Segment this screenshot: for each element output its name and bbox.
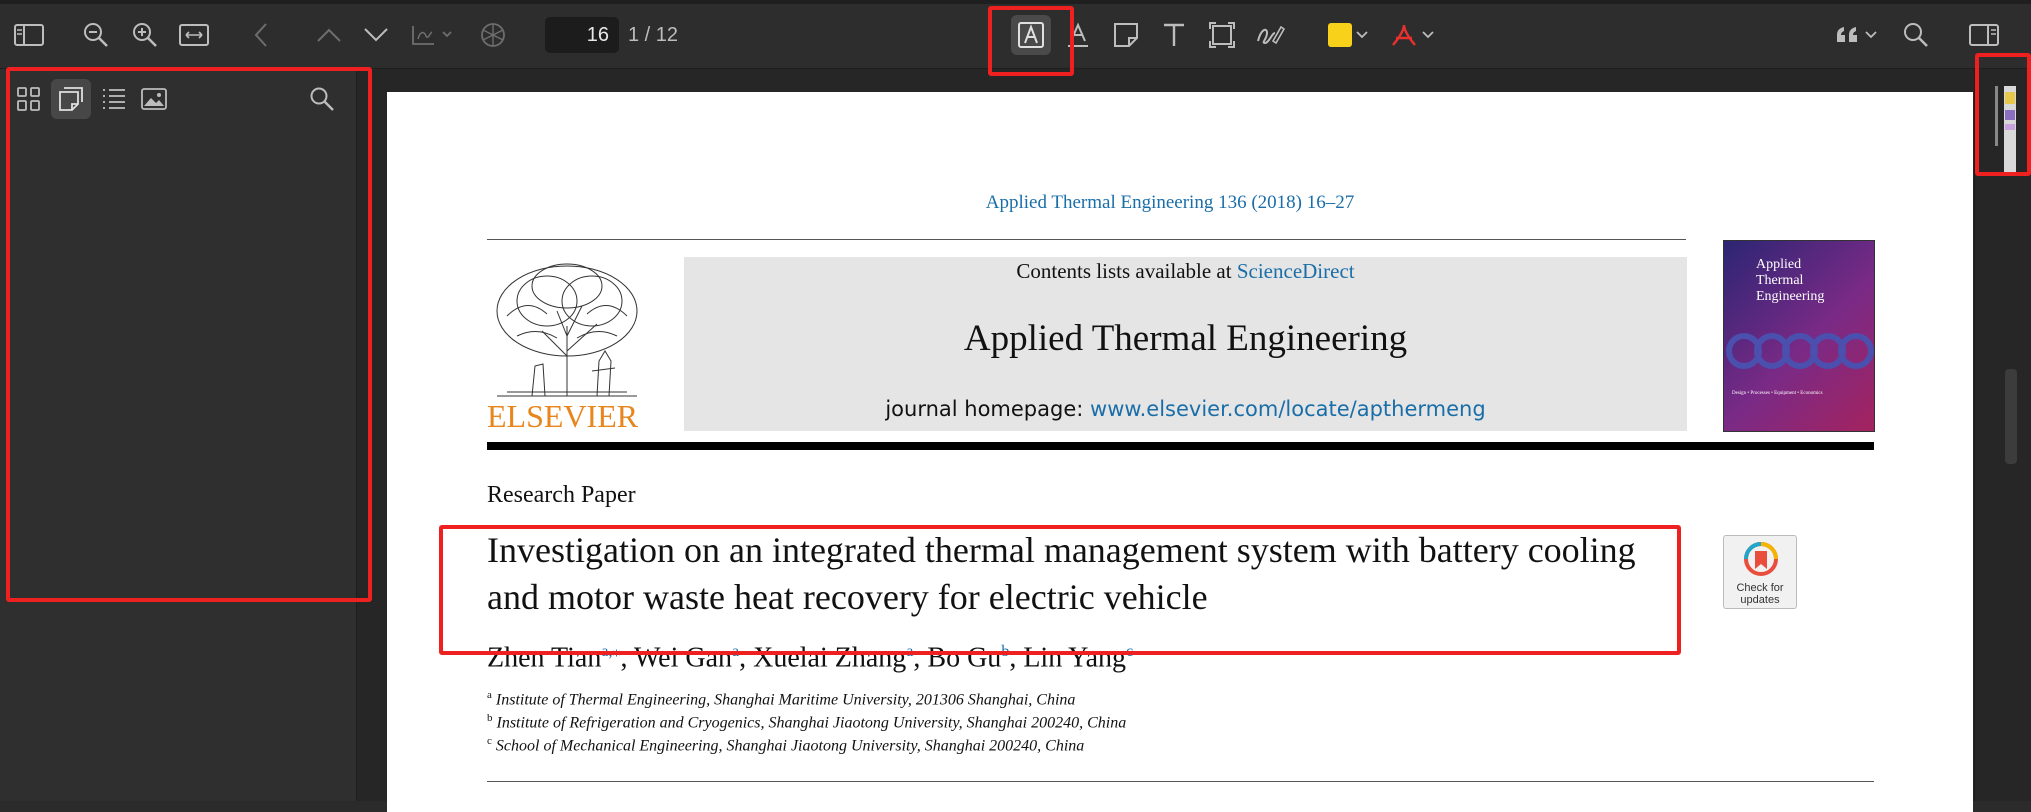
journal-cover-image: Applied Thermal Engineering Design • Pro… — [1723, 240, 1875, 432]
affiliation-line: c School of Mechanical Engineering, Shan… — [487, 735, 1084, 755]
cover-title-line: Engineering — [1756, 289, 1825, 304]
note-icon[interactable] — [1108, 17, 1144, 53]
highlight-color-swatch — [1328, 23, 1352, 47]
chevron-down-icon — [1422, 31, 1434, 39]
affiliation-mark: c — [487, 735, 492, 747]
cover-footer: Design • Processes • Equipment • Economi… — [1732, 391, 1823, 396]
right-rail — [1974, 69, 2031, 801]
pdf-page[interactable]: Applied Thermal Engineering 136 (2018) 1… — [387, 92, 1973, 812]
affiliation-line: b Institute of Refrigeration and Cryogen… — [487, 712, 1126, 732]
previous-page-icon[interactable] — [311, 17, 347, 53]
search-icon[interactable] — [1898, 17, 1934, 53]
divider — [487, 781, 1874, 782]
affiliation-text: School of Mechanical Engineering, Shangh… — [495, 737, 1085, 755]
chevron-down-icon — [1356, 31, 1368, 39]
acrobat-icon — [1392, 24, 1416, 46]
check-for-updates-badge[interactable]: Check for updates — [1723, 535, 1797, 609]
text-icon[interactable] — [1156, 17, 1192, 53]
affiliation-mark: a — [487, 689, 492, 701]
annotation-highlight-box — [439, 525, 1681, 655]
affiliation-text: Institute of Thermal Engineering, Shangh… — [495, 691, 1076, 709]
zoom-out-icon[interactable] — [78, 17, 114, 53]
acrobat-menu[interactable] — [1386, 17, 1438, 53]
inspector-panel-icon[interactable] — [1966, 17, 2002, 53]
journal-masthead: Contents lists available at ScienceDirec… — [684, 257, 1687, 431]
cover-chain-graphic — [1726, 333, 1874, 369]
cover-title-line: Applied — [1756, 257, 1802, 272]
fit-width-icon[interactable] — [176, 17, 212, 53]
journal-homepage-link[interactable]: www.elsevier.com/locate/apthermeng — [1090, 397, 1486, 421]
zoom-in-icon[interactable] — [127, 17, 163, 53]
divider — [487, 239, 1686, 240]
document-viewer[interactable]: Applied Thermal Engineering 136 (2018) 1… — [357, 69, 1974, 812]
cover-title-line: Thermal — [1756, 273, 1804, 288]
homepage-prefix: journal homepage: — [885, 397, 1091, 421]
back-icon[interactable] — [243, 17, 279, 53]
homepage-line: journal homepage: www.elsevier.com/locat… — [684, 397, 1687, 421]
signature-icon[interactable] — [1252, 17, 1288, 53]
annotation-highlight-box — [988, 6, 1074, 76]
affiliation-line: a Institute of Thermal Engineering, Shan… — [487, 689, 1075, 709]
thick-divider — [487, 442, 1874, 450]
annotation-highlight-box — [6, 67, 372, 602]
check-updates-icon — [1744, 542, 1778, 576]
contents-prefix: Contents lists available at — [1016, 259, 1237, 283]
vertical-scrollbar[interactable] — [2005, 369, 2017, 464]
article-type-label[interactable]: Research Paper — [487, 482, 636, 509]
affiliation-mark: b — [487, 712, 493, 724]
highlight-color-picker[interactable] — [1322, 17, 1374, 53]
contents-line: Contents lists available at ScienceDirec… — [684, 257, 1687, 285]
next-page-icon[interactable] — [358, 17, 394, 53]
journal-title: Applied Thermal Engineering — [963, 318, 1408, 359]
elsevier-wordmark: ELSEVIER — [487, 398, 639, 434]
sciencedirect-link[interactable]: ScienceDirect — [1237, 259, 1355, 283]
openai-icon[interactable] — [475, 17, 511, 53]
annotation-highlight-box — [1975, 53, 2031, 176]
pdf-tools-icon[interactable] — [406, 17, 458, 53]
affiliation-text: Institute of Refrigeration and Cryogenic… — [496, 714, 1127, 732]
check-updates-label: Check for updates — [1736, 582, 1784, 606]
page-number-input[interactable]: 16 — [545, 17, 619, 53]
citation-line[interactable]: Applied Thermal Engineering 136 (2018) 1… — [387, 192, 1953, 214]
sidebar-toggle-icon[interactable] — [11, 17, 47, 53]
cover-title: Applied Thermal Engineering — [1756, 257, 1824, 305]
quote-icon[interactable] — [1830, 17, 1882, 53]
selection-icon[interactable] — [1204, 17, 1240, 53]
page-count: 1 / 12 — [628, 24, 679, 46]
chevron-down-icon — [1865, 31, 1877, 39]
